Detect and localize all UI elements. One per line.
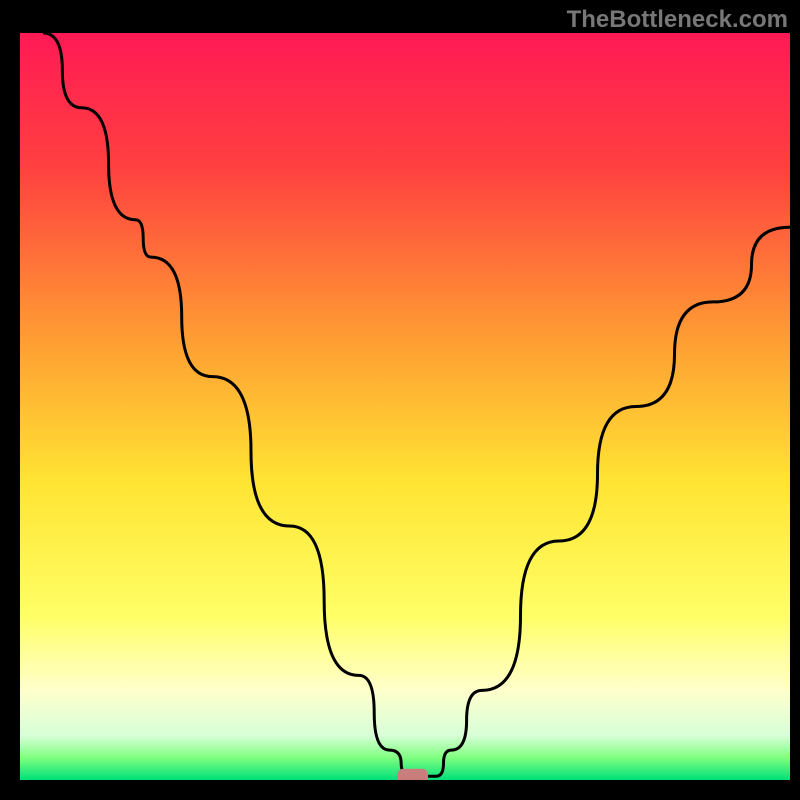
- bottom-black-strip: [0, 780, 800, 800]
- bottleneck-chart: [0, 0, 800, 800]
- watermark-text: TheBottleneck.com: [567, 6, 788, 34]
- chart-container: TheBottleneck.com: [0, 0, 800, 800]
- plot-background-gradient: [20, 33, 790, 780]
- left-black-strip: [0, 0, 20, 800]
